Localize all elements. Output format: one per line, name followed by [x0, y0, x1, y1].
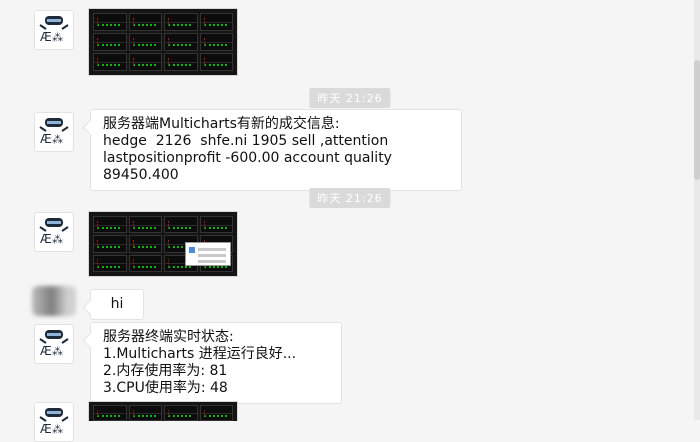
- image-message-thumbnail[interactable]: [88, 401, 238, 421]
- svg-text:Æ: Æ: [40, 30, 52, 44]
- hi-message[interactable]: hi: [90, 289, 144, 320]
- svg-text:⁂: ⁂: [52, 233, 63, 246]
- bot-avatar-icon[interactable]: Æ ⁂: [34, 10, 74, 50]
- svg-text:Æ: Æ: [40, 132, 52, 146]
- svg-text:Æ: Æ: [40, 344, 52, 358]
- time-separator: 昨天 21:26: [309, 88, 391, 108]
- image-popup-window: [185, 242, 231, 266]
- svg-text:⁂: ⁂: [52, 31, 63, 44]
- image-message-thumbnail[interactable]: [88, 8, 238, 76]
- svg-text:⁂: ⁂: [52, 133, 63, 146]
- svg-text:Æ: Æ: [40, 232, 52, 246]
- image-message-thumbnail[interactable]: [88, 211, 238, 277]
- svg-text:Æ: Æ: [40, 422, 52, 436]
- svg-text:⁂: ⁂: [52, 423, 63, 436]
- bot-avatar-icon[interactable]: Æ ⁂: [34, 112, 74, 152]
- time-separator: 昨天 21:26: [309, 188, 391, 208]
- server-status-message[interactable]: 服务器终端实时状态: 1.Multicharts 进程运行良好... 2.内存使…: [90, 322, 342, 404]
- trade-info-message[interactable]: 服务器端Multicharts有新的成交信息: hedge 2126 shfe.…: [90, 109, 462, 191]
- bot-avatar-icon[interactable]: Æ ⁂: [34, 212, 74, 252]
- chat-scrollbar[interactable]: [694, 0, 700, 420]
- scrollbar-thumb[interactable]: [694, 60, 700, 180]
- user-avatar[interactable]: [32, 286, 76, 316]
- svg-text:⁂: ⁂: [52, 345, 63, 358]
- bot-avatar-icon[interactable]: Æ ⁂: [34, 324, 74, 364]
- bot-avatar-icon[interactable]: Æ ⁂: [34, 402, 74, 442]
